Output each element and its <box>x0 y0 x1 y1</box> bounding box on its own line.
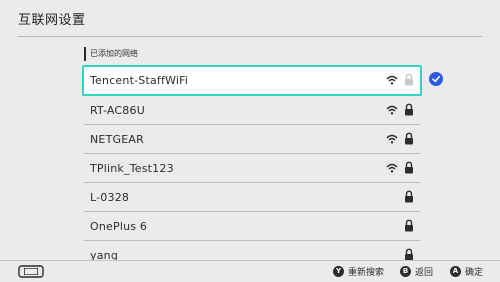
lock-icon <box>405 190 413 203</box>
lock-icon <box>405 161 413 174</box>
page-title: 互联网设置 <box>18 13 86 28</box>
hint-label: 返回 <box>415 268 434 278</box>
wifi-signal-icon <box>386 163 398 173</box>
lock-icon <box>405 73 413 86</box>
network-row-rt-ac86u[interactable]: RT-AC86U <box>84 96 420 125</box>
header: 互联网设置 <box>0 0 500 37</box>
network-name: L-0328 <box>90 191 130 204</box>
network-row-l-0328[interactable]: L-0328 <box>84 183 420 212</box>
connected-check-icon <box>429 72 443 86</box>
network-list: Tencent-StaffWiFi RT-AC86U NETGEAR TPlin… <box>82 65 422 260</box>
footer-bar: Y 重新搜索 B 返回 A 确定 <box>0 260 500 282</box>
lock-icon <box>405 103 413 116</box>
network-row-oneplus-6[interactable]: OnePlus 6 <box>84 212 420 241</box>
network-row-tencent-staffwifi[interactable]: Tencent-StaffWiFi <box>82 65 422 96</box>
console-icon <box>18 265 44 278</box>
network-name: RT-AC86U <box>90 104 145 117</box>
network-row-netgear[interactable]: NETGEAR <box>84 125 420 154</box>
section-label: 已添加的网络 <box>84 47 138 61</box>
wifi-signal-icon <box>386 105 398 115</box>
hint-back[interactable]: B 返回 <box>400 265 433 278</box>
wifi-signal-icon <box>386 134 398 144</box>
b-button-icon: B <box>400 266 411 277</box>
hint-research[interactable]: Y 重新搜索 <box>333 265 384 278</box>
network-name: TPlink_Test123 <box>90 162 174 175</box>
network-row-tplink-test123[interactable]: TPlink_Test123 <box>84 154 420 183</box>
y-button-icon: Y <box>333 266 344 277</box>
wifi-signal-icon <box>386 75 398 85</box>
network-name: yang <box>90 249 119 260</box>
network-name: OnePlus 6 <box>90 220 148 233</box>
a-button-icon: A <box>450 266 461 277</box>
hint-label: 重新搜索 <box>348 268 385 278</box>
hint-label: 确定 <box>465 268 484 278</box>
network-row-yang[interactable]: yang <box>84 241 420 260</box>
main-content: 已添加的网络 Tencent-StaffWiFi RT-AC86U NETGEA… <box>0 37 500 260</box>
network-name: Tencent-StaffWiFi <box>90 74 189 87</box>
network-name: NETGEAR <box>90 133 144 146</box>
lock-icon <box>405 219 413 232</box>
hint-confirm[interactable]: A 确定 <box>450 265 483 278</box>
lock-icon <box>405 248 413 260</box>
lock-icon <box>405 132 413 145</box>
